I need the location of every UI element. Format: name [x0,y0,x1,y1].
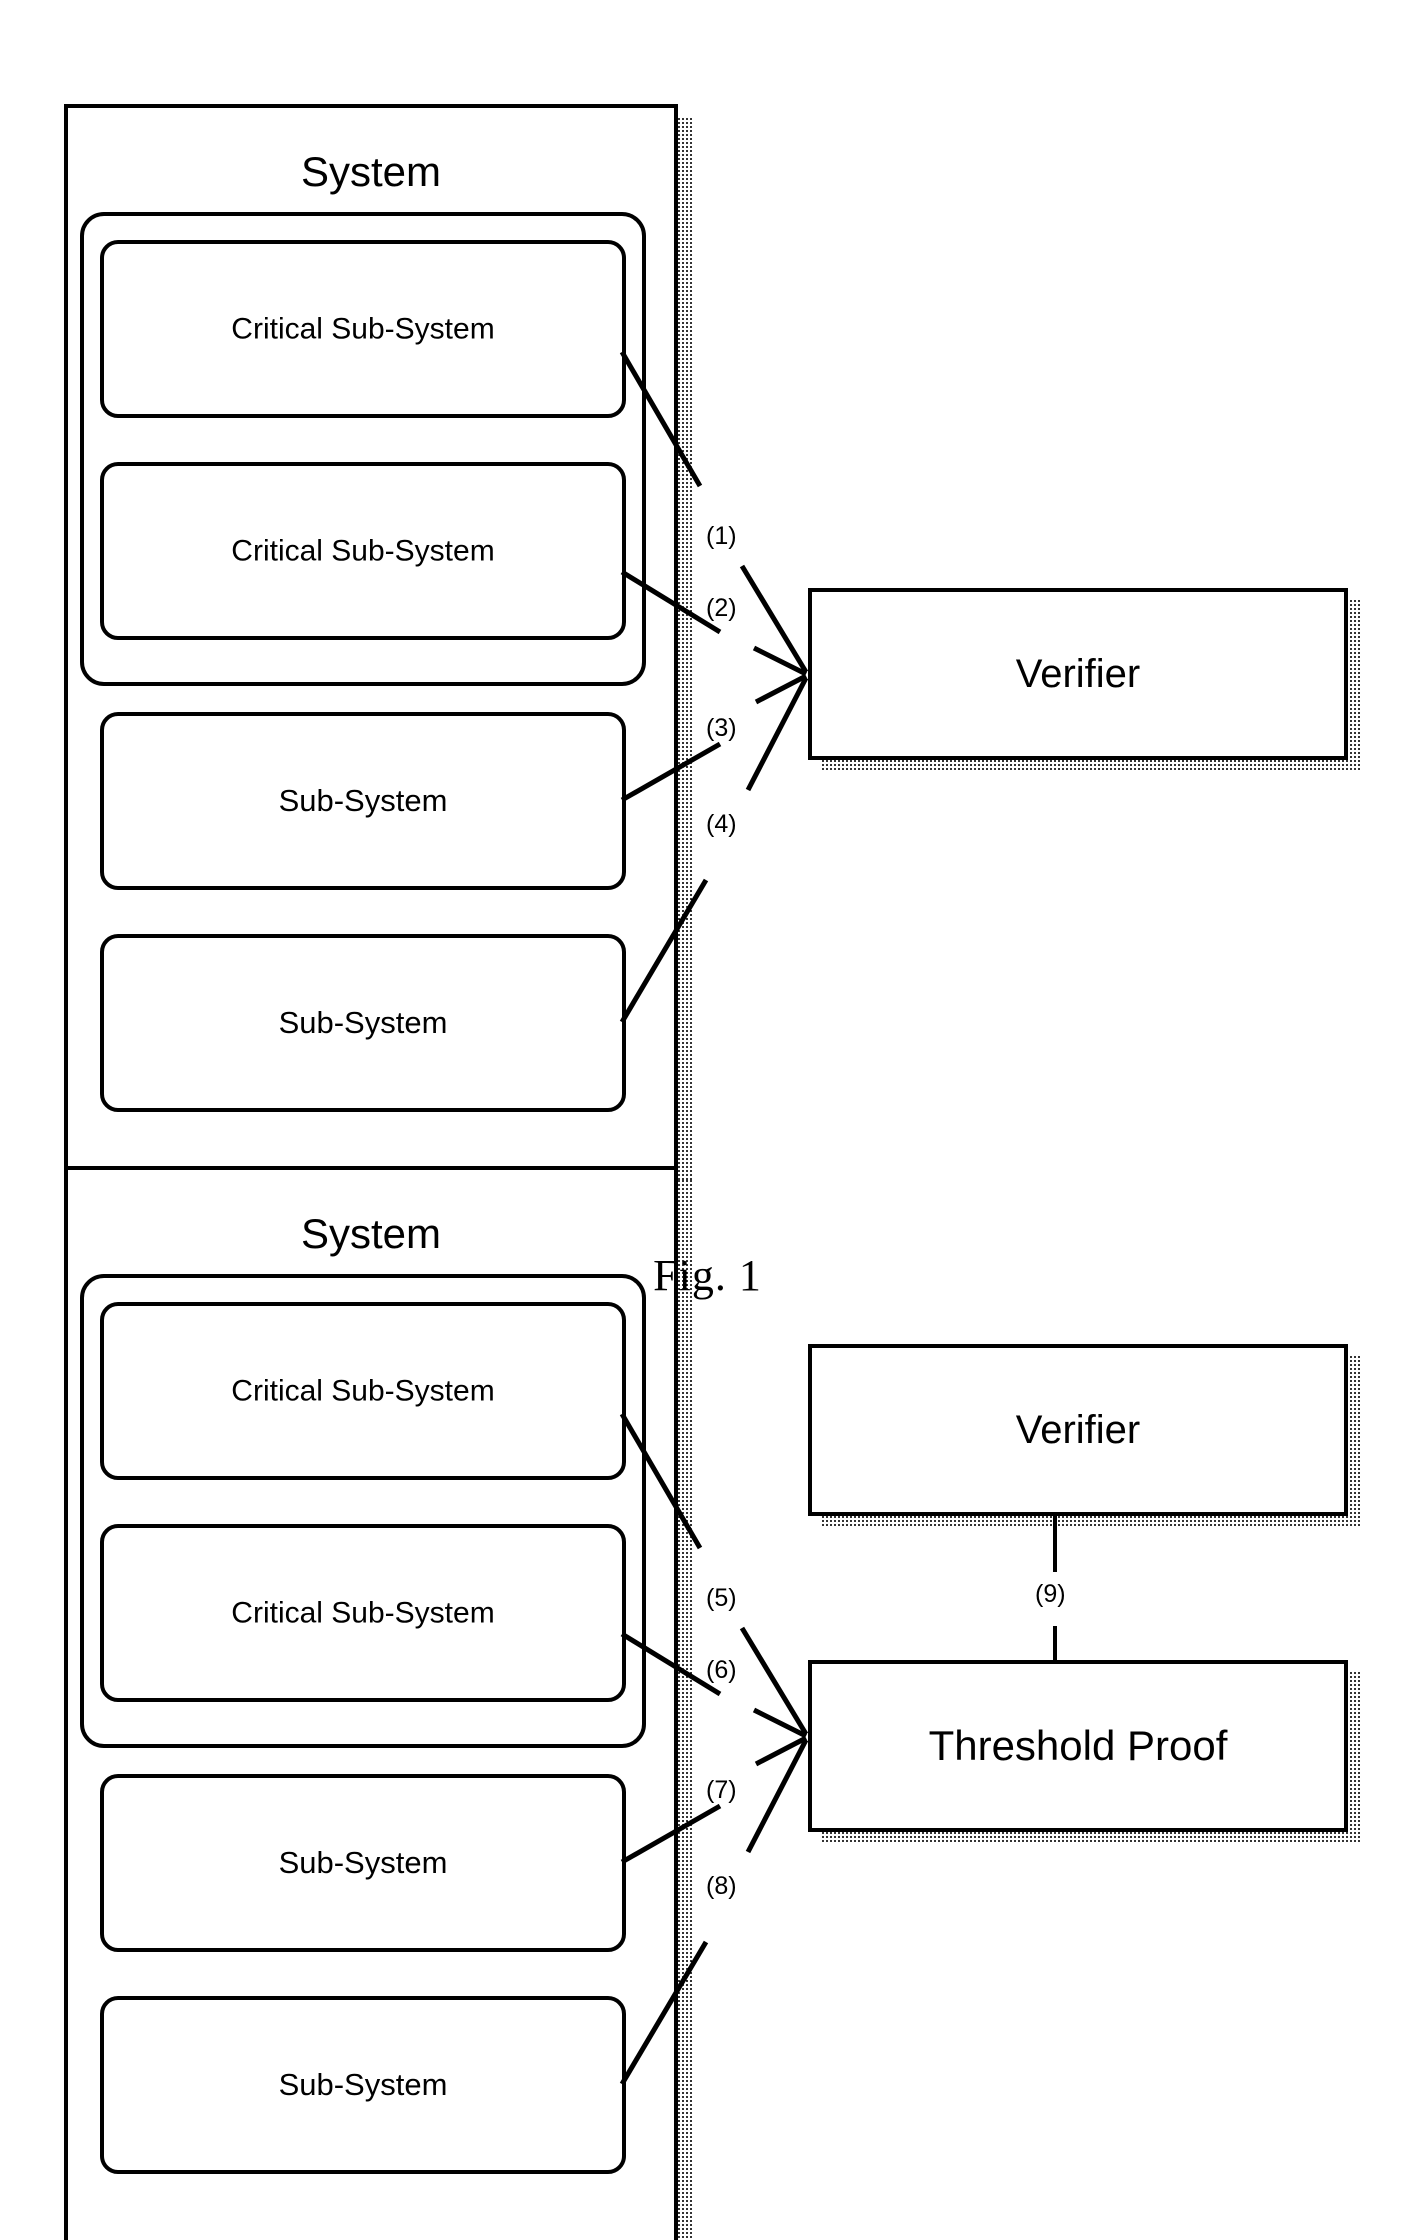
numeral-1: (1) [706,522,737,550]
verifier-label: Verifier [1015,1408,1141,1452]
numeral-6: (6) [706,1656,737,1684]
verifier-label: Verifier [1015,652,1141,696]
critical-subsystem-label-1: Critical Sub-System [231,312,495,346]
subsystem-box-1[interactable]: Sub-System [100,1774,626,1952]
critical-subsystem-box-1[interactable]: Critical Sub-System [100,240,626,418]
connector-2-segment-b [752,645,808,677]
critical-subsystem-box-2[interactable]: Critical Sub-System [100,462,626,640]
verifier-box[interactable]: Verifier [808,588,1348,760]
critical-subsystem-box-2[interactable]: Critical Sub-System [100,1524,626,1702]
figure-1: System Critical Sub-System Critical Sub-… [0,0,1415,1300]
connector-4-segment-b [745,676,809,792]
system-title: System [300,148,442,195]
connector-1-segment-b [739,564,809,674]
numeral-2: (2) [706,594,737,622]
threshold-proof-label: Threshold Proof [928,1721,1228,1769]
critical-subsystem-label-1: Critical Sub-System [231,1374,495,1408]
connector-6-segment-b [752,1707,808,1739]
subsystem-box-1[interactable]: Sub-System [100,712,626,890]
subsystem-label-1: Sub-System [278,1844,448,1880]
critical-subsystem-label-2: Critical Sub-System [231,1596,495,1630]
numeral-3: (3) [706,714,737,742]
patent-figure-sheet: System Critical Sub-System Critical Sub-… [0,0,1415,2240]
verifier-box[interactable]: Verifier [808,1344,1348,1516]
critical-subsystem-label-2: Critical Sub-System [231,534,495,568]
numeral-8: (8) [706,1872,737,1900]
connector-8-segment-b [745,1738,809,1854]
connector-5-segment-b [739,1626,809,1736]
critical-subsystem-box-1[interactable]: Critical Sub-System [100,1302,626,1480]
figure-1-caption: Fig. 1 [653,1251,762,1300]
threshold-proof-box[interactable]: Threshold Proof [808,1660,1348,1832]
subsystem-box-2[interactable]: Sub-System [100,934,626,1112]
numeral-5: (5) [706,1584,737,1612]
subsystem-label-1: Sub-System [278,782,448,818]
subsystem-label-2: Sub-System [278,1004,448,1040]
numeral-4: (4) [706,810,737,838]
numeral-7: (7) [706,1776,737,1804]
numeral-9: (9) [1035,1580,1066,1608]
subsystem-label-2: Sub-System [278,2066,448,2102]
subsystem-box-2[interactable]: Sub-System [100,1996,626,2174]
connector-7-segment-b [754,1735,808,1767]
connector-3-segment-b [754,673,808,705]
